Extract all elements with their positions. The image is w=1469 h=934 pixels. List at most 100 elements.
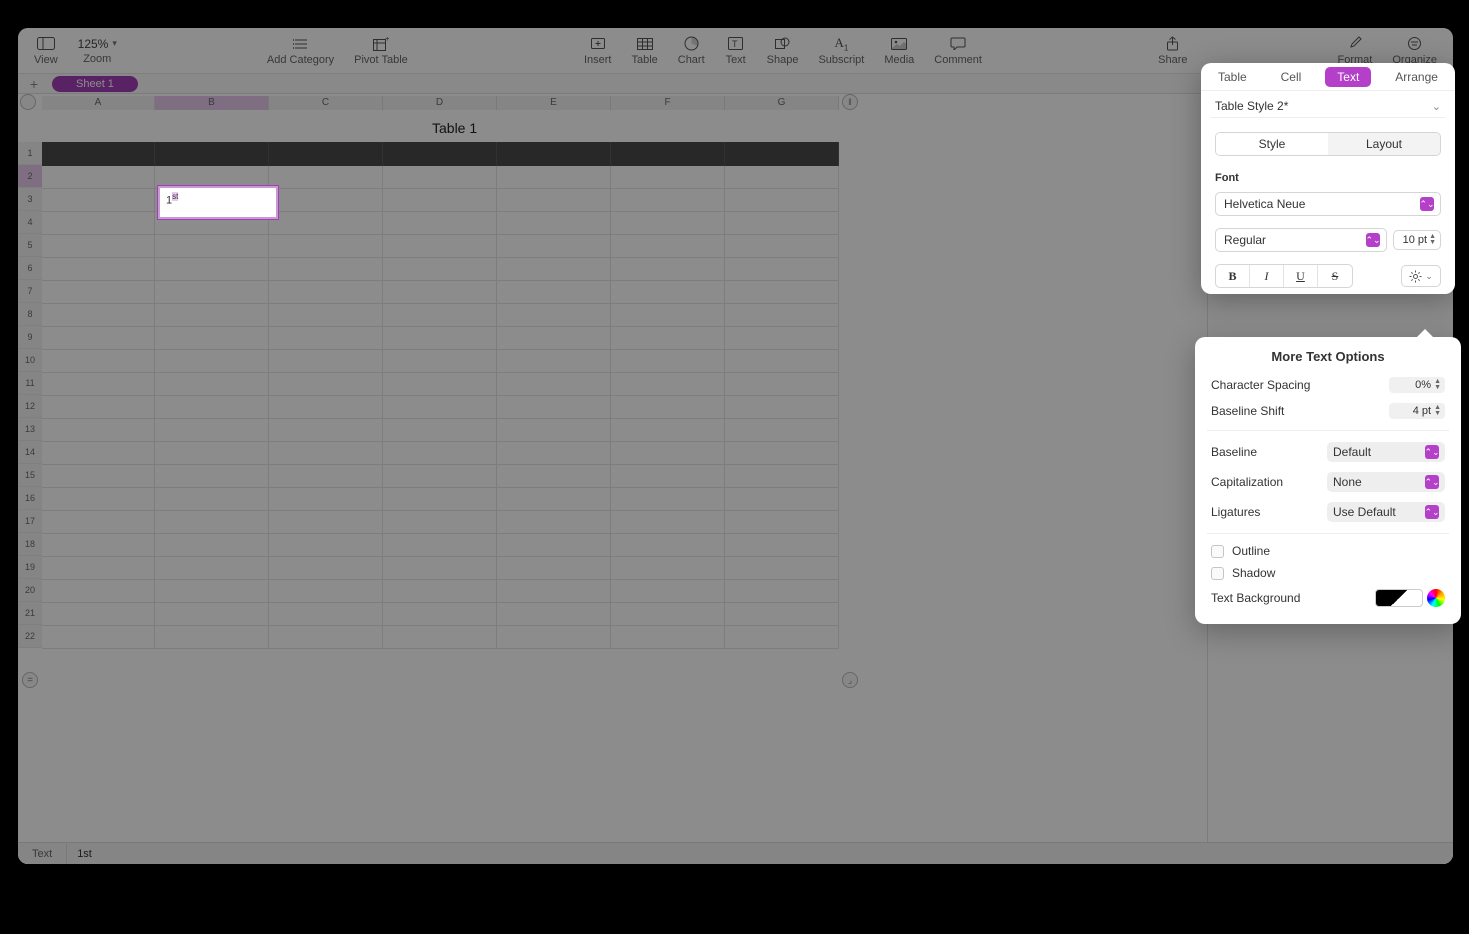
inspector-tab-text[interactable]: Text (1325, 67, 1371, 87)
cell[interactable] (383, 580, 497, 603)
cell[interactable] (725, 396, 839, 419)
inspector-tab-arrange[interactable]: Arrange (1385, 66, 1448, 88)
cell[interactable] (611, 488, 725, 511)
add-category-button[interactable]: Add Category (257, 28, 344, 73)
row-header[interactable]: 17 (18, 510, 42, 533)
inspector-tab-cell[interactable]: Cell (1271, 66, 1312, 88)
font-size-stepper[interactable]: 10 pt ▲▼ (1393, 230, 1441, 250)
active-cell-editor[interactable]: 1st (158, 186, 278, 219)
color-picker-button[interactable] (1427, 589, 1445, 607)
header-cell[interactable] (383, 142, 497, 166)
underline-button[interactable]: U (1284, 265, 1318, 287)
cell[interactable] (383, 373, 497, 396)
cell[interactable] (611, 189, 725, 212)
cell[interactable] (725, 373, 839, 396)
cell[interactable] (383, 488, 497, 511)
row-header[interactable]: 15 (18, 464, 42, 487)
cell[interactable] (155, 626, 269, 649)
cell[interactable] (497, 212, 611, 235)
cell[interactable] (269, 166, 383, 189)
row-header[interactable]: 19 (18, 556, 42, 579)
row-header[interactable]: 9 (18, 326, 42, 349)
cell[interactable] (42, 212, 155, 235)
cell[interactable] (269, 350, 383, 373)
cell[interactable] (383, 235, 497, 258)
cell[interactable] (42, 488, 155, 511)
cell[interactable] (155, 350, 269, 373)
cell[interactable] (42, 580, 155, 603)
cell[interactable] (497, 350, 611, 373)
cell[interactable] (269, 235, 383, 258)
cell[interactable] (725, 350, 839, 373)
share-button[interactable]: Share (1148, 28, 1197, 73)
cell[interactable] (155, 442, 269, 465)
cell[interactable] (383, 603, 497, 626)
segment-style[interactable]: Style (1216, 133, 1328, 155)
row-header[interactable]: 10 (18, 349, 42, 372)
cell[interactable] (725, 189, 839, 212)
cell[interactable] (155, 373, 269, 396)
cell[interactable] (725, 281, 839, 304)
cell[interactable] (269, 419, 383, 442)
cell[interactable] (497, 235, 611, 258)
shape-button[interactable]: Shape (757, 28, 809, 73)
cell[interactable] (42, 511, 155, 534)
cell[interactable] (269, 258, 383, 281)
cell[interactable] (269, 304, 383, 327)
font-weight-select[interactable]: Regular ⌃⌄ (1215, 228, 1387, 252)
cell[interactable] (269, 281, 383, 304)
cell[interactable] (269, 373, 383, 396)
cell[interactable] (155, 304, 269, 327)
sheet-tab[interactable]: Sheet 1 (52, 76, 138, 92)
row-header[interactable]: 20 (18, 579, 42, 602)
cell[interactable] (269, 603, 383, 626)
cell[interactable] (269, 511, 383, 534)
strikethrough-button[interactable]: S (1318, 265, 1352, 287)
cell[interactable] (611, 396, 725, 419)
cell[interactable] (155, 580, 269, 603)
cell[interactable] (383, 350, 497, 373)
row-header[interactable]: 14 (18, 441, 42, 464)
cell[interactable] (497, 603, 611, 626)
cell[interactable] (725, 235, 839, 258)
cell[interactable] (725, 488, 839, 511)
baseline-select[interactable]: Default ⌃⌄ (1327, 442, 1445, 462)
shadow-checkbox[interactable] (1211, 567, 1224, 580)
header-cell[interactable] (611, 142, 725, 166)
cell[interactable] (725, 465, 839, 488)
row-header[interactable]: 11 (18, 372, 42, 395)
col-header-b[interactable]: B (155, 96, 269, 110)
bold-button[interactable]: B (1216, 265, 1250, 287)
cell[interactable] (42, 373, 155, 396)
row-header[interactable]: 16 (18, 487, 42, 510)
header-cell[interactable] (497, 142, 611, 166)
cell[interactable] (42, 419, 155, 442)
cell[interactable] (725, 304, 839, 327)
cell[interactable] (383, 442, 497, 465)
row-header[interactable]: 6 (18, 257, 42, 280)
col-header-a[interactable]: A (42, 96, 155, 110)
segment-layout[interactable]: Layout (1328, 133, 1440, 155)
cell[interactable] (611, 511, 725, 534)
comment-button[interactable]: Comment (924, 28, 992, 73)
cell[interactable] (269, 212, 383, 235)
cell[interactable] (497, 327, 611, 350)
col-header-f[interactable]: F (611, 96, 725, 110)
cell[interactable] (155, 235, 269, 258)
cell[interactable] (269, 580, 383, 603)
cell[interactable] (497, 626, 611, 649)
chart-button[interactable]: Chart (668, 28, 715, 73)
cell[interactable] (611, 166, 725, 189)
cell[interactable] (155, 396, 269, 419)
view-button[interactable]: View (24, 28, 68, 73)
baseline-shift-stepper[interactable]: 4 pt ▲▼ (1389, 403, 1445, 419)
cell[interactable] (497, 281, 611, 304)
row-header[interactable]: 13 (18, 418, 42, 441)
more-text-options-button[interactable]: ⌄ (1401, 265, 1441, 287)
cell[interactable] (497, 189, 611, 212)
cell[interactable] (269, 442, 383, 465)
cell[interactable] (497, 488, 611, 511)
pivot-table-button[interactable]: + Pivot Table (344, 28, 418, 73)
row-header[interactable]: 7 (18, 280, 42, 303)
zoom-button[interactable]: 125% ▾ Zoom (68, 28, 127, 73)
